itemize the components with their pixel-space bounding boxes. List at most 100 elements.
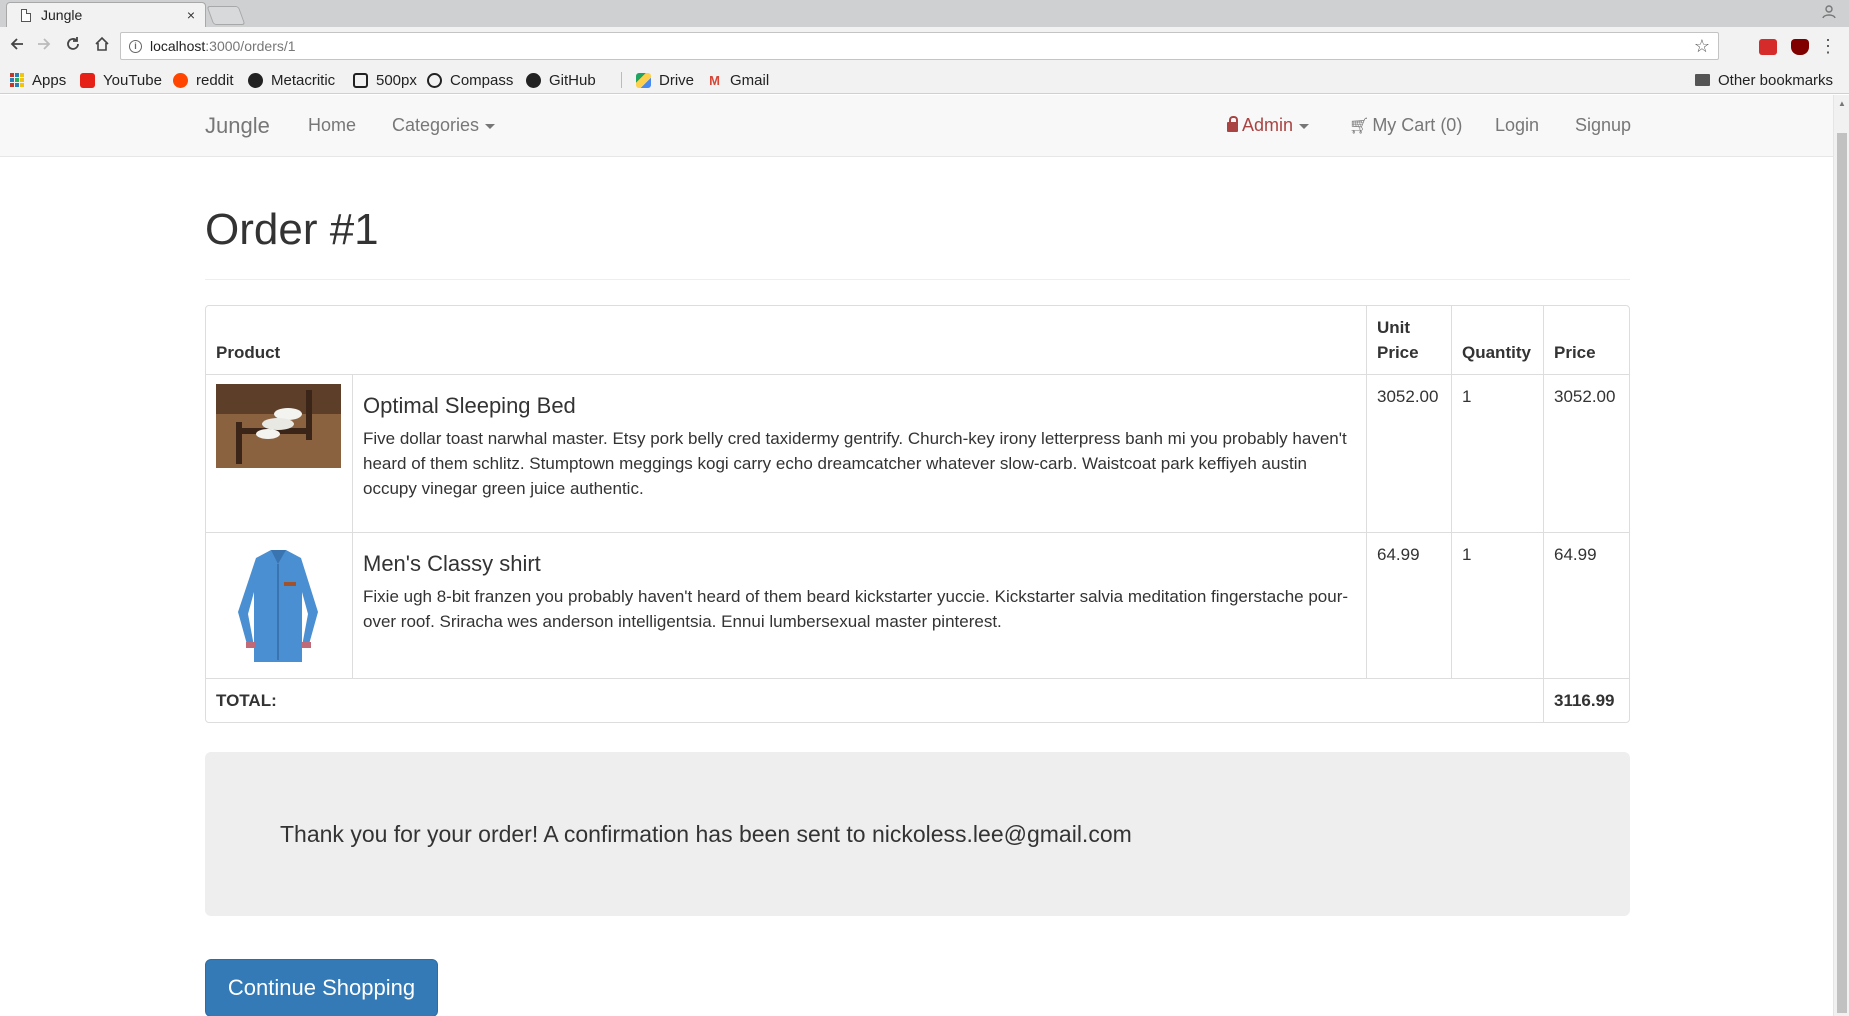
nav-admin-dropdown[interactable]: Admin — [1227, 115, 1310, 136]
unit-price-cell: 3052.00 — [1366, 374, 1451, 532]
bookmarks-bar: Apps YouTube reddit Metacritic 500px Com… — [0, 66, 1849, 94]
500px-icon — [353, 72, 368, 88]
address-bar[interactable]: i localhost:3000/orders/1 ☆ — [120, 32, 1719, 60]
total-label: TOTAL: — [206, 678, 1543, 722]
price-cell: 64.99 — [1543, 532, 1629, 678]
bookmark-label: 500px — [376, 71, 417, 89]
reddit-icon — [173, 72, 188, 88]
product-description: Five dollar toast narwhal master. Etsy p… — [363, 429, 1347, 498]
header-price: Price — [1543, 306, 1629, 374]
tab-title: Jungle — [41, 7, 83, 23]
total-row: TOTAL: 3116.99 — [206, 678, 1629, 722]
bookmark-label: GitHub — [549, 71, 596, 89]
order-table: Product Unit Price Quantity Price Optima… — [205, 305, 1630, 723]
product-info-cell: Men's Classy shirt Fixie ugh 8-bit franz… — [352, 532, 1366, 678]
profile-icon[interactable] — [1819, 3, 1839, 23]
nav-cart-label: My Cart (0) — [1372, 115, 1463, 135]
product-image-bed — [216, 384, 341, 468]
nav-categories-dropdown[interactable]: Categories — [392, 115, 496, 136]
bookmark-separator — [621, 72, 622, 88]
scrollbar-thumb[interactable] — [1837, 133, 1847, 1013]
header-product: Product — [216, 343, 281, 362]
bookmark-reddit[interactable]: reddit — [173, 70, 234, 90]
document-icon — [21, 8, 31, 22]
browser-tabstrip: Jungle × — [0, 0, 1849, 27]
folder-icon — [1695, 74, 1710, 86]
lock-icon — [1227, 116, 1238, 132]
confirmation-panel: Thank you for your order! A confirmation… — [205, 752, 1630, 916]
bookmark-gmail[interactable]: M Gmail — [707, 70, 769, 90]
header-unit-price: Unit Price — [1366, 306, 1451, 374]
nav-signup[interactable]: Signup — [1575, 115, 1631, 136]
browser-menu-icon[interactable]: ⋮ — [1819, 35, 1837, 57]
youtube-icon — [80, 72, 95, 88]
nav-categories-label: Categories — [392, 115, 480, 135]
ublock-extension-icon[interactable] — [1791, 39, 1809, 55]
bookmark-label: Apps — [32, 71, 67, 89]
nav-home[interactable]: Home — [308, 115, 356, 136]
continue-shopping-button[interactable]: Continue Shopping — [205, 959, 438, 1016]
unit-price-cell: 64.99 — [1366, 532, 1451, 678]
confirmation-message: Thank you for your order! A confirmation… — [280, 821, 1132, 847]
title-divider — [205, 279, 1630, 280]
product-name: Men's Classy shirt — [363, 551, 541, 576]
page-scrollbar[interactable]: ▲ — [1833, 95, 1849, 1016]
brand-link[interactable]: Jungle — [205, 113, 270, 139]
nav-login[interactable]: Login — [1495, 115, 1539, 136]
product-name: Optimal Sleeping Bed — [363, 393, 576, 418]
table-row: Optimal Sleeping Bed Five dollar toast n… — [206, 374, 1629, 532]
caret-down-icon — [1299, 123, 1310, 129]
lastpass-extension-icon[interactable] — [1759, 39, 1777, 55]
apps-grid-icon — [10, 73, 24, 87]
reload-icon[interactable] — [62, 35, 84, 57]
bookmark-label: Compass — [450, 71, 514, 89]
table-row: Men's Classy shirt Fixie ugh 8-bit franz… — [206, 532, 1629, 678]
bookmark-label: Gmail — [730, 71, 770, 89]
bookmark-label: Metacritic — [271, 71, 336, 89]
bookmark-label: YouTube — [103, 71, 162, 89]
page-title: Order #1 — [205, 205, 379, 254]
github-icon — [526, 72, 541, 88]
bookmark-label: reddit — [196, 71, 234, 89]
product-description: Fixie ugh 8-bit franzen you probably hav… — [363, 587, 1349, 631]
info-icon[interactable]: i — [129, 39, 142, 53]
bookmark-youtube[interactable]: YouTube — [80, 70, 162, 90]
bookmark-drive[interactable]: Drive — [636, 70, 694, 90]
drive-icon — [636, 72, 651, 88]
product-image-cell — [206, 532, 352, 678]
other-bookmarks[interactable]: Other bookmarks — [1695, 70, 1833, 90]
bookmark-star-icon[interactable]: ☆ — [1694, 36, 1710, 57]
forward-icon[interactable] — [33, 35, 55, 57]
home-icon[interactable] — [91, 35, 113, 57]
page-content: Jungle Home Categories Admin 🛒︎ My Cart (… — [0, 95, 1833, 1016]
site-navbar: Jungle Home Categories Admin 🛒︎ My Cart (… — [0, 95, 1833, 157]
nav-cart[interactable]: 🛒︎ My Cart (0) — [1349, 115, 1462, 136]
header-quantity: Quantity — [1451, 306, 1543, 374]
quantity-cell: 1 — [1451, 374, 1543, 532]
product-image-shirt — [216, 542, 341, 668]
bookmark-label: Drive — [659, 71, 695, 89]
quantity-cell: 1 — [1451, 532, 1543, 678]
browser-tab[interactable]: Jungle × — [6, 2, 206, 27]
bookmark-apps[interactable]: Apps — [10, 70, 66, 90]
bookmark-compass[interactable]: Compass — [427, 70, 513, 90]
bookmark-github[interactable]: GitHub — [526, 70, 596, 90]
price-cell: 3052.00 — [1543, 374, 1629, 532]
browser-toolbar: i localhost:3000/orders/1 ☆ ⋮ — [0, 27, 1849, 66]
product-info-cell: Optimal Sleeping Bed Five dollar toast n… — [352, 374, 1366, 532]
gmail-icon: M — [709, 72, 720, 88]
nav-admin-label: Admin — [1242, 115, 1294, 135]
scroll-up-icon[interactable]: ▲ — [1838, 99, 1846, 108]
table-header-row: Product Unit Price Quantity Price — [206, 306, 1629, 374]
tab-close-icon[interactable]: × — [187, 7, 195, 23]
shopping-cart-icon: 🛒︎ — [1349, 118, 1370, 135]
bookmark-metacritic[interactable]: Metacritic — [248, 70, 335, 90]
compass-icon — [427, 72, 442, 88]
url-path: :3000/orders/1 — [205, 38, 296, 54]
metacritic-icon — [248, 72, 263, 88]
caret-down-icon — [485, 123, 496, 129]
bookmark-500px[interactable]: 500px — [353, 70, 417, 90]
total-value: 3116.99 — [1543, 678, 1629, 722]
back-icon[interactable] — [6, 35, 28, 57]
new-tab-button[interactable] — [206, 6, 246, 25]
